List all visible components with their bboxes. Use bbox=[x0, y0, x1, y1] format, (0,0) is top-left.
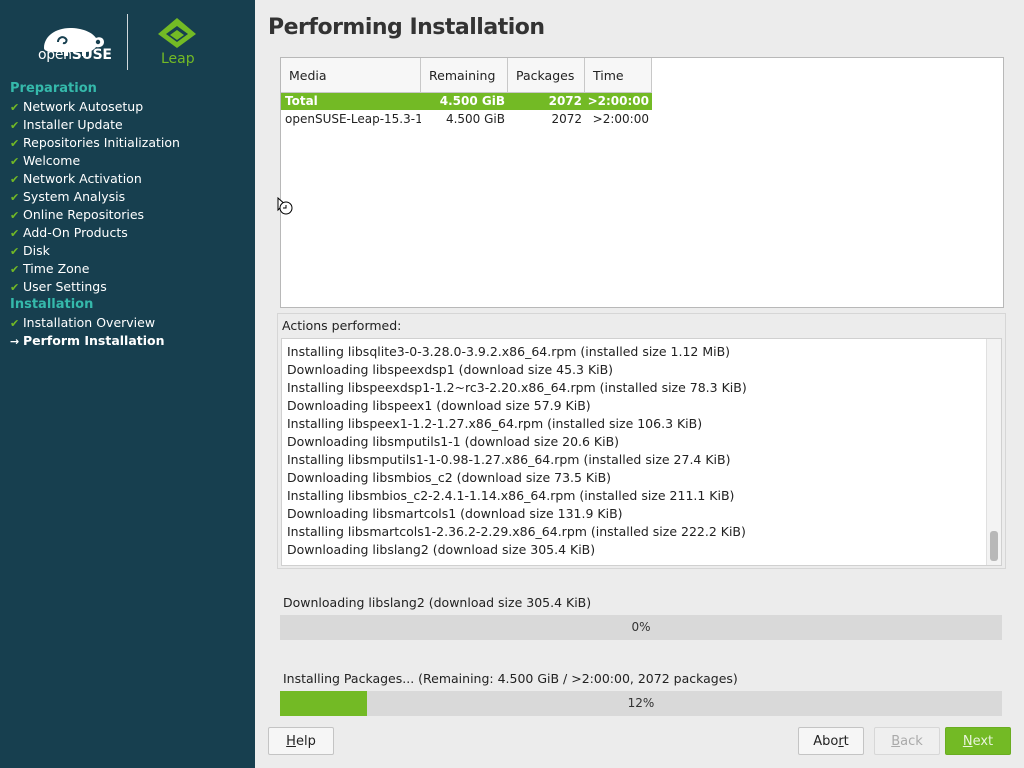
cell-remaining: 4.500 GiB bbox=[445, 112, 505, 126]
log-scrollbar-thumb[interactable] bbox=[990, 531, 998, 561]
media-table[interactable]: Media Remaining Packages Time Total 4.500… bbox=[280, 57, 1004, 308]
sidebar: openSUSE Leap Preparation ✔ Network Autose… bbox=[0, 0, 255, 768]
sidebar-step-online-repositories: ✔ Online Repositories bbox=[0, 206, 255, 224]
sidebar-step-label: System Analysis bbox=[23, 189, 126, 204]
checkmark-icon: ✔ bbox=[10, 317, 20, 330]
help-button[interactable]: Help bbox=[268, 727, 334, 755]
current-progress-label: Downloading libslang2 (download size 305… bbox=[283, 595, 592, 610]
sidebar-step-label: Perform Installation bbox=[23, 333, 165, 348]
checkmark-icon: ✔ bbox=[10, 173, 20, 186]
sidebar-step-label: Time Zone bbox=[23, 261, 90, 276]
checkmark-icon: ✔ bbox=[10, 227, 20, 240]
sidebar-step-welcome: ✔ Welcome bbox=[0, 152, 255, 170]
column-header-remaining[interactable]: Remaining bbox=[421, 58, 508, 93]
sidebar-step-time-zone: ✔ Time Zone bbox=[0, 260, 255, 278]
sidebar-step-label: Disk bbox=[23, 243, 50, 258]
actions-panel: Actions performed: Installing libsqlite3… bbox=[277, 313, 1006, 569]
media-table-row[interactable]: openSUSE-Leap-15.3-1 4.500 GiB 2072 >2:00:0… bbox=[281, 111, 652, 128]
sidebar-step-label: Welcome bbox=[23, 153, 81, 168]
log-line: Downloading libsmputils1-1 (download siz… bbox=[287, 434, 620, 449]
cell-media: Total bbox=[285, 94, 318, 108]
opensuse-wordmark: openSUSE bbox=[38, 47, 112, 63]
checkmark-icon: ✔ bbox=[10, 119, 20, 132]
sidebar-step-perform-installation: → Perform Installation bbox=[0, 332, 255, 350]
cell-packages: 2072 bbox=[548, 94, 582, 108]
log-line: Downloading libspeex1 (download size 57.… bbox=[287, 398, 591, 413]
sidebar-step-label: Network Activation bbox=[23, 171, 142, 186]
installation-steps: Preparation ✔ Network Autosetup ✔ Installer … bbox=[0, 80, 255, 350]
sidebar-step-label: Installation Overview bbox=[23, 315, 156, 330]
actions-log[interactable]: Installing libsqlite3-0-3.28.0-3.9.2.x86… bbox=[281, 338, 1002, 566]
log-line: Installing libsmartcols1-2.36.2-2.29.x86… bbox=[287, 524, 746, 539]
checkmark-icon: ✔ bbox=[10, 101, 20, 114]
sidebar-step-label: Online Repositories bbox=[23, 207, 145, 222]
media-table-header: Media Remaining Packages Time bbox=[281, 58, 652, 93]
media-table-row[interactable]: Total 4.500 GiB 2072 >2:00:00 bbox=[281, 93, 652, 110]
checkmark-icon: ✔ bbox=[10, 209, 20, 222]
current-progress-percent: 0% bbox=[631, 620, 651, 634]
cell-media: openSUSE-Leap-15.3-1 bbox=[285, 112, 421, 126]
cell-time: >2:00:00 bbox=[592, 112, 649, 126]
cell-time: >2:00:00 bbox=[587, 94, 649, 108]
column-header-time[interactable]: Time bbox=[585, 58, 652, 93]
sidebar-step-installation-overview: ✔ Installation Overview bbox=[0, 314, 255, 332]
log-line: Installing libsqlite3-0-3.28.0-3.9.2.x86… bbox=[287, 344, 731, 359]
page-title: Performing Installation bbox=[268, 15, 545, 40]
log-line: Installing libspeex1-1.2-1.27.x86_64.rpm… bbox=[287, 416, 703, 431]
sidebar-step-label: User Settings bbox=[23, 279, 107, 294]
sidebar-step-disk: ✔ Disk bbox=[0, 242, 255, 260]
sidebar-step-label: Network Autosetup bbox=[23, 99, 144, 114]
log-line: Installing libsmputils1-1-0.98-1.27.x86_… bbox=[287, 452, 731, 467]
actions-label: Actions performed: bbox=[282, 318, 402, 333]
logo-area: openSUSE Leap bbox=[0, 0, 255, 80]
total-progress-bar: 12% bbox=[280, 691, 1002, 716]
cell-remaining: 4.500 GiB bbox=[439, 94, 505, 108]
sidebar-step-label: Repositories Initialization bbox=[23, 135, 180, 150]
log-line: Installing libsmbios_c2-2.4.1-1.14.x86_6… bbox=[287, 488, 735, 503]
section-heading-installation: Installation bbox=[10, 297, 94, 312]
sidebar-step-user-settings: ✔ User Settings bbox=[0, 278, 255, 296]
checkmark-icon: ✔ bbox=[10, 137, 20, 150]
checkmark-icon: ✔ bbox=[10, 191, 20, 204]
current-progress-bar: 0% bbox=[280, 615, 1002, 640]
main-panel: Performing Installation Media Remaining … bbox=[255, 0, 1024, 768]
cell-packages: 2072 bbox=[551, 112, 582, 126]
sidebar-step-installer-update: ✔ Installer Update bbox=[0, 116, 255, 134]
log-line: Downloading libslang2 (download size 305… bbox=[287, 542, 596, 557]
sidebar-step-repositories-initialization: ✔ Repositories Initialization bbox=[0, 134, 255, 152]
log-line: Downloading libspeexdsp1 (download size … bbox=[287, 362, 614, 377]
sidebar-step-label: Installer Update bbox=[23, 117, 123, 132]
log-scrollbar[interactable] bbox=[986, 339, 1001, 565]
checkmark-icon: ✔ bbox=[10, 263, 20, 276]
sidebar-step-label: Add-On Products bbox=[23, 225, 128, 240]
back-button[interactable]: Back bbox=[874, 727, 940, 755]
total-progress-label: Installing Packages... (Remaining: 4.500… bbox=[283, 671, 738, 686]
log-line: Installing libspeexdsp1-1.2~rc3-2.20.x86… bbox=[287, 380, 747, 395]
next-button[interactable]: Next bbox=[945, 727, 1011, 755]
checkmark-icon: ✔ bbox=[10, 155, 20, 168]
checkmark-icon: ✔ bbox=[10, 281, 20, 294]
log-line: Downloading libsmbios_c2 (download size … bbox=[287, 470, 612, 485]
sidebar-step-add-on-products: ✔ Add-On Products bbox=[0, 224, 255, 242]
column-header-media[interactable]: Media bbox=[281, 58, 421, 93]
logo-divider bbox=[127, 14, 128, 70]
total-progress-percent: 12% bbox=[627, 696, 655, 710]
busy-cursor-icon bbox=[277, 197, 293, 215]
abort-button[interactable]: Abort bbox=[798, 727, 864, 755]
section-heading-preparation: Preparation bbox=[10, 81, 97, 96]
leap-wordmark: Leap bbox=[161, 51, 195, 67]
log-line: Downloading libsmartcols1 (download size… bbox=[287, 506, 623, 521]
sidebar-step-network-autosetup: ✔ Network Autosetup bbox=[0, 98, 255, 116]
sidebar-step-network-activation: ✔ Network Activation bbox=[0, 170, 255, 188]
checkmark-icon: ✔ bbox=[10, 245, 20, 258]
current-arrow-icon: → bbox=[10, 335, 20, 348]
column-header-packages[interactable]: Packages bbox=[508, 58, 585, 93]
leap-logo bbox=[158, 18, 196, 48]
sidebar-step-system-analysis: ✔ System Analysis bbox=[0, 188, 255, 206]
